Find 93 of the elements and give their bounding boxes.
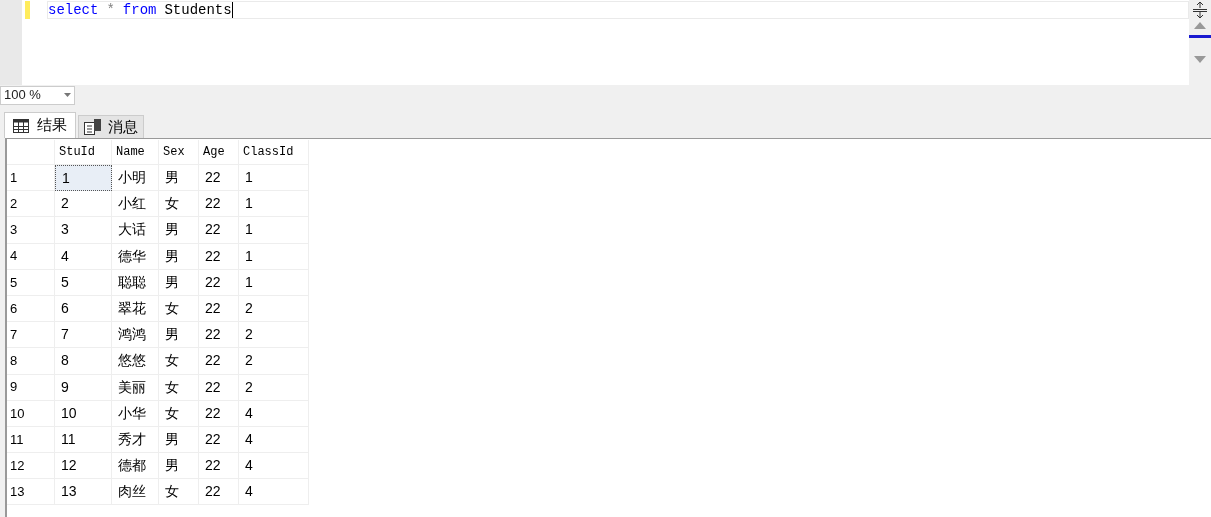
table-cell: 2 <box>239 322 309 349</box>
table-cell: 22 <box>199 269 239 296</box>
table-cell: 11 <box>55 426 112 454</box>
table-cell: 22 <box>199 243 239 270</box>
caret-icon <box>64 93 71 97</box>
table-cell: 男 <box>159 217 199 244</box>
row-number[interactable]: 11 <box>7 426 55 454</box>
table-cell: 德都 <box>112 453 159 480</box>
scroll-up-icon[interactable] <box>1194 22 1206 29</box>
table-cell: 1 <box>239 243 309 270</box>
table-cell: 22 <box>199 479 239 506</box>
table-cell: 秀才 <box>112 426 159 454</box>
table-cell: 12 <box>55 453 112 480</box>
table-cell: 肉丝 <box>112 479 159 506</box>
table-cell: 22 <box>199 191 239 218</box>
table-cell: 男 <box>159 426 199 454</box>
table-cell: 女 <box>159 400 199 427</box>
table-cell: 2 <box>239 374 309 401</box>
table-cell: 翠花 <box>112 295 159 323</box>
row-number[interactable]: 12 <box>7 453 55 480</box>
table-cell: 4 <box>239 479 309 506</box>
table-cell: 22 <box>199 322 239 349</box>
table-cell: 2 <box>55 191 112 218</box>
table-cell: 男 <box>159 322 199 349</box>
table-cell: 9 <box>55 374 112 401</box>
table-cell: 男 <box>159 453 199 480</box>
scroll-down-icon[interactable] <box>1194 56 1206 63</box>
table-cell: 女 <box>159 479 199 506</box>
table-cell: 女 <box>159 295 199 323</box>
table-cell: 22 <box>199 426 239 454</box>
table-cell: 7 <box>55 322 112 349</box>
table-cell: 22 <box>199 400 239 427</box>
table-cell: 小明 <box>112 165 159 192</box>
table-cell: 1 <box>55 165 112 192</box>
table-cell: 5 <box>55 269 112 296</box>
table-cell: 1 <box>239 269 309 296</box>
table-cell: 男 <box>159 243 199 270</box>
table-cell: 悠悠 <box>112 348 159 375</box>
table-cell: 女 <box>159 348 199 375</box>
table-cell: 4 <box>239 426 309 454</box>
table-cell: 小华 <box>112 400 159 427</box>
text-cursor <box>231 2 233 18</box>
row-number[interactable]: 13 <box>7 479 55 506</box>
table-cell: 22 <box>199 295 239 323</box>
table-cell: 22 <box>199 217 239 244</box>
table-cell: 小红 <box>112 191 159 218</box>
table-cell: 男 <box>159 269 199 296</box>
table-cell: 男 <box>159 165 199 192</box>
table-cell: 德华 <box>112 243 159 270</box>
row-number[interactable]: 2 <box>7 191 55 218</box>
row-number[interactable]: 10 <box>7 400 55 427</box>
change-marker <box>25 1 30 19</box>
column-header[interactable]: Sex <box>159 140 199 165</box>
table-cell: 8 <box>55 348 112 375</box>
split-icon[interactable] <box>1193 2 1207 18</box>
row-number[interactable]: 7 <box>7 322 55 349</box>
table-cell: 1 <box>239 217 309 244</box>
table-cell: 22 <box>199 165 239 192</box>
table-cell: 女 <box>159 374 199 401</box>
table-cell: 2 <box>239 348 309 375</box>
table-cell: 2 <box>239 295 309 323</box>
row-number[interactable]: 3 <box>7 217 55 244</box>
table-cell: 1 <box>239 191 309 218</box>
table-cell: 6 <box>55 295 112 323</box>
result-tab[interactable]: 结果 <box>4 112 76 138</box>
table-cell: 鸿鸿 <box>112 322 159 349</box>
table-cell: 4 <box>239 400 309 427</box>
table-cell: 22 <box>199 348 239 375</box>
table-cell: 聪聪 <box>112 269 159 296</box>
table-cell: 22 <box>199 374 239 401</box>
table-cell: 10 <box>55 400 112 427</box>
table-cell: 4 <box>239 453 309 480</box>
scroll-marker <box>1189 35 1211 38</box>
table-cell: 13 <box>55 479 112 506</box>
table-cell: 22 <box>199 453 239 480</box>
table-cell: 美丽 <box>112 374 159 401</box>
result-tab[interactable]: 消息 <box>78 115 144 138</box>
grid-icon <box>13 118 29 133</box>
table-cell: 大话 <box>112 217 159 244</box>
table-cell: 3 <box>55 217 112 244</box>
row-number[interactable]: 6 <box>7 295 55 323</box>
row-number[interactable]: 5 <box>7 269 55 296</box>
column-header[interactable]: Age <box>199 140 239 165</box>
table-cell: 4 <box>55 243 112 270</box>
document-icon <box>84 119 102 135</box>
zoom-dropdown[interactable]: 100 % <box>0 85 75 105</box>
row-number[interactable]: 9 <box>7 374 55 401</box>
table-cell: 女 <box>159 191 199 218</box>
row-number[interactable]: 8 <box>7 348 55 375</box>
table-cell: 1 <box>239 165 309 192</box>
column-header[interactable]: ClassId <box>239 140 309 165</box>
column-header[interactable]: Name <box>112 140 159 165</box>
row-number[interactable]: 4 <box>7 243 55 270</box>
